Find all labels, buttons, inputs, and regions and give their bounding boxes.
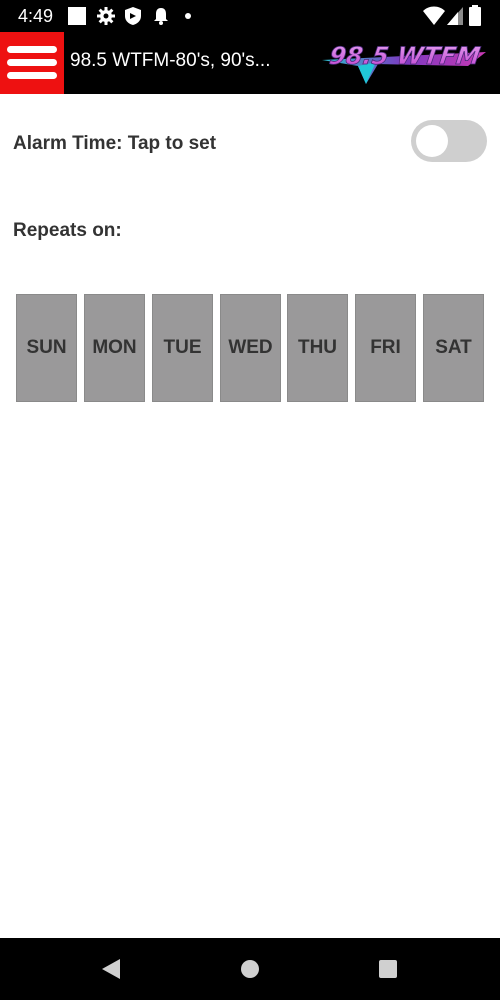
gear-icon: [97, 7, 115, 25]
day-button-mon[interactable]: MON: [84, 294, 145, 402]
bell-icon: [154, 8, 168, 25]
svg-text:98.5 WTFM: 98.5 WTFM: [328, 42, 483, 70]
days-row: SUN MON TUE WED THU FRI SAT: [16, 294, 484, 402]
recents-icon[interactable]: [378, 959, 398, 979]
status-bar: 4:49: [0, 0, 500, 32]
day-button-thu[interactable]: THU: [287, 294, 348, 402]
dot-icon: [185, 13, 191, 19]
repeats-label: Repeats on:: [13, 220, 122, 241]
home-icon[interactable]: [240, 959, 260, 979]
navigation-bar: [0, 938, 500, 1000]
square-icon: [68, 7, 86, 25]
back-icon[interactable]: [100, 958, 122, 980]
shield-icon: [125, 7, 141, 25]
menu-button[interactable]: [0, 32, 64, 94]
day-button-wed[interactable]: WED: [220, 294, 281, 402]
day-button-fri[interactable]: FRI: [355, 294, 416, 402]
station-logo: 98.5 WTFM: [322, 42, 486, 84]
alarm-toggle[interactable]: [411, 120, 487, 162]
signal-icon: [447, 7, 463, 25]
toggle-knob: [416, 125, 448, 157]
battery-icon: [469, 5, 481, 26]
status-time: 4:49: [18, 6, 54, 26]
app-header: 98.5 WTFM-80's, 90's... 98.5 WTFM: [0, 32, 500, 94]
screen: 4:49 98.5 WTFM-80's, 90's... 98.5 WTFM A…: [0, 0, 500, 1000]
day-button-sun[interactable]: SUN: [16, 294, 77, 402]
day-button-sat[interactable]: SAT: [423, 294, 484, 402]
wifi-icon: [423, 6, 445, 25]
alarm-time-label[interactable]: Alarm Time: Tap to set: [13, 133, 216, 155]
day-button-tue[interactable]: TUE: [152, 294, 213, 402]
app-title: 98.5 WTFM-80's, 90's...: [70, 50, 271, 71]
